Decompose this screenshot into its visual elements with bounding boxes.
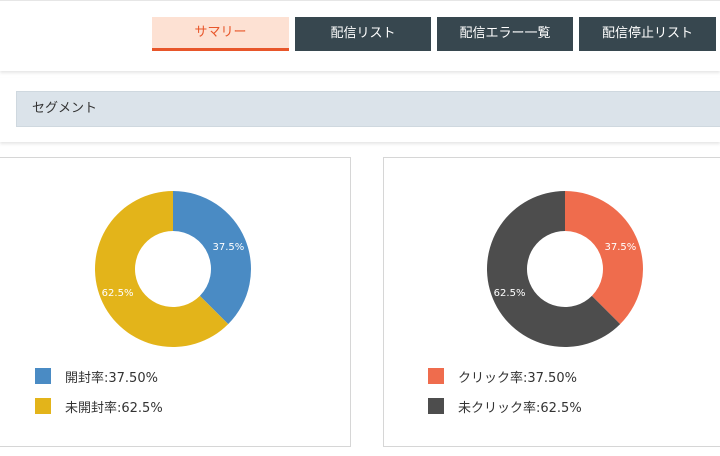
- legend-label: 未クリック率:62.5%: [458, 400, 582, 416]
- open-rate-panel: 37.5% 62.5% 開封率:37.50% 未開封率:62.5%: [0, 157, 351, 447]
- legend-label: クリック率:37.50%: [458, 370, 577, 386]
- tab-unsubscribe-list[interactable]: 配信停止リスト: [579, 17, 716, 51]
- slice-data-label-0: 37.5%: [605, 242, 637, 253]
- legend-item-unopened[interactable]: 未開封率:62.5%: [35, 398, 163, 416]
- tab-summary[interactable]: サマリー: [152, 17, 289, 51]
- legend-item-opened[interactable]: 開封率:37.50%: [35, 368, 163, 386]
- legend-item-not-clicked[interactable]: 未クリック率:62.5%: [428, 398, 582, 416]
- legend-label: 開封率:37.50%: [65, 370, 158, 386]
- click-rate-legend: クリック率:37.50% 未クリック率:62.5%: [428, 368, 582, 428]
- open-rate-donut-chart: 37.5% 62.5%: [94, 191, 251, 347]
- open-rate-legend: 開封率:37.50% 未開封率:62.5%: [35, 368, 163, 428]
- slice-data-label-1: 62.5%: [494, 288, 526, 299]
- tab-delivery-errors[interactable]: 配信エラー一覧: [437, 17, 573, 51]
- segment-header[interactable]: セグメント: [16, 91, 720, 127]
- legend-item-clicked[interactable]: クリック率:37.50%: [428, 368, 582, 386]
- slice-data-label-1: 62.5%: [102, 288, 134, 299]
- click-rate-panel: 37.5% 62.5% クリック率:37.50% 未クリック率:62.5%: [383, 157, 720, 447]
- tab-delivery-list[interactable]: 配信リスト: [295, 17, 431, 51]
- legend-swatch: [35, 398, 51, 414]
- segment-section: セグメント: [0, 78, 720, 142]
- donut-slice-0[interactable]: [173, 191, 251, 325]
- legend-swatch: [428, 398, 444, 414]
- slice-data-label-0: 37.5%: [213, 242, 245, 253]
- legend-label: 未開封率:62.5%: [65, 400, 163, 416]
- legend-swatch: [35, 368, 51, 384]
- donut-slice-0[interactable]: [565, 191, 643, 325]
- tab-bar: サマリー 配信リスト 配信エラー一覧 配信停止リスト: [0, 0, 720, 71]
- click-rate-donut-chart: 37.5% 62.5%: [487, 191, 643, 347]
- legend-swatch: [428, 368, 444, 384]
